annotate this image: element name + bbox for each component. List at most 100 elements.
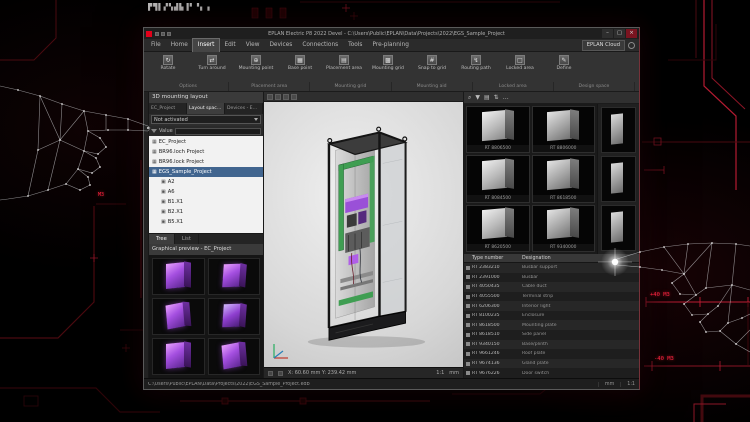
part-thumbnail[interactable]: RT 8618500: [532, 155, 596, 202]
parts-grid: RT 8806500 RT 8806000 RT 8084500: [464, 104, 597, 254]
right-panel: ⌕ ▼ ▤ ⇅ … RT 8806500 RT 8806000: [463, 92, 639, 378]
part-thumbnail[interactable]: RT 8084500: [466, 155, 530, 202]
enclosure-small-c[interactable]: [601, 205, 636, 251]
filter-dropdown[interactable]: Not activated: [151, 115, 261, 124]
title-bar[interactable]: EPLAN Electric P8 2022 Devel - C:\Users\…: [144, 28, 639, 39]
tree-item[interactable]: ▦ EGS_Sample_Project: [149, 167, 263, 177]
value-input[interactable]: [175, 128, 261, 135]
ribbon-button[interactable]: ▦ Base point: [280, 55, 320, 71]
quick-access-toolbar[interactable]: [155, 32, 171, 36]
table-row[interactable]: RT 9340150 Base/plinth: [464, 340, 639, 350]
ribbon-button[interactable]: ↯ Routing path: [456, 55, 496, 71]
cell-type-number: RT 8618510: [472, 332, 522, 337]
part-icon: [466, 362, 470, 366]
enclosure-iso[interactable]: [152, 258, 205, 295]
Mounting grid: Mounting grid: [310, 82, 391, 91]
part-thumbnail[interactable]: RT 8806000: [532, 106, 596, 153]
part-thumbnail[interactable]: RT 8620500: [466, 205, 530, 252]
tree-item[interactable]: ▣ B5.X1: [149, 217, 263, 227]
enclosure-open[interactable]: [152, 298, 205, 335]
ribbon-button[interactable]: □ Locked area: [500, 55, 540, 71]
tree-item[interactable]: ▣ A2: [149, 177, 263, 187]
table-row[interactable]: RT 6206300 Interior light: [464, 301, 639, 311]
ribbon-tab[interactable]: Edit: [219, 39, 240, 52]
table-row[interactable]: RT 9674136 Gland plate: [464, 359, 639, 369]
part-icon: [466, 371, 470, 375]
ribbon-tab[interactable]: Tools: [343, 39, 367, 52]
tree-item[interactable]: ▦ BR96.loch Project: [149, 147, 263, 157]
part-icon: [466, 304, 470, 308]
ribbon-button-icon: #: [427, 55, 437, 65]
enclosure-door[interactable]: [152, 338, 205, 375]
tree-item[interactable]: ▣ B2.X1: [149, 207, 263, 217]
ribbon-button[interactable]: ⇄ Turn around: [192, 55, 232, 71]
sort-icon[interactable]: ⇅: [494, 92, 499, 104]
ribbon-button[interactable]: # Snap to grid: [412, 55, 452, 71]
filter-icon[interactable]: ▼: [475, 92, 480, 104]
col-type-number[interactable]: Type number: [464, 256, 520, 261]
ribbon-tab[interactable]: Home: [166, 39, 193, 52]
ribbon-button-icon: ↻: [163, 55, 173, 65]
mounting-plate[interactable]: [208, 298, 261, 335]
panel-tab[interactable]: Layout space: EGS…: [187, 103, 225, 114]
tree-item[interactable]: ▣ B1.X1: [149, 197, 263, 207]
table-row[interactable]: RT 2383210 Busbar support: [464, 263, 639, 273]
table-row[interactable]: RT 8618510 Side panel: [464, 330, 639, 340]
table-row[interactable]: RT 8618500 Mounting plate: [464, 320, 639, 330]
ribbon-tab[interactable]: View: [241, 39, 265, 52]
enclosure-frame[interactable]: [208, 338, 261, 375]
layout-icon[interactable]: ▤: [484, 92, 490, 104]
panel-tab[interactable]: EC_Project: [149, 103, 187, 114]
tree-item[interactable]: ▣ A6: [149, 187, 263, 197]
table-row[interactable]: RT 9661246 Roof plate: [464, 349, 639, 359]
view-tab[interactable]: List: [175, 234, 199, 244]
ribbon-button[interactable]: ✎ Define: [544, 55, 584, 71]
table-row[interactable]: RT 4055500 Terminal strip: [464, 292, 639, 302]
snap-icon[interactable]: [268, 371, 273, 376]
tree-item-label: EGS_Sample_Project: [159, 169, 212, 175]
part-thumbnail[interactable]: RT 8806500: [466, 106, 530, 153]
ribbon-tab[interactable]: File: [146, 39, 166, 52]
eplan-cloud-button[interactable]: EPLAN Cloud: [582, 40, 625, 51]
tree-item[interactable]: ▦ BR96.lock Project: [149, 157, 263, 167]
tree-item[interactable]: ▦ EC_Project: [149, 137, 263, 147]
ribbon-button[interactable]: ⊕ Mounting point: [236, 55, 276, 71]
Mounting aid: Mounting aid: [392, 82, 473, 91]
ribbon-button[interactable]: ▤ Placement area: [324, 55, 364, 71]
part-thumbnail[interactable]: RT 9340000: [532, 205, 596, 252]
ribbon-button-icon: ▦: [295, 55, 305, 65]
part-image: [533, 107, 595, 145]
grid-icon[interactable]: [278, 371, 283, 376]
enclosure-small-b[interactable]: [601, 156, 636, 202]
ribbon-button[interactable]: ↻ Rotate: [148, 55, 188, 71]
col-designation[interactable]: Designation: [520, 256, 639, 261]
tree-item-icon: ▣: [161, 179, 166, 185]
table-row[interactable]: RT 9676226 Door switch: [464, 368, 639, 378]
search-icon[interactable]: ⌕: [468, 92, 471, 104]
cell-type-number: RT 9661246: [472, 351, 522, 356]
close-button[interactable]: ×: [626, 29, 637, 38]
cell-designation: Cable duct: [522, 284, 639, 289]
enclosure-small-a[interactable]: [601, 107, 636, 153]
ribbon-button[interactable]: ▩ Mounting grid: [368, 55, 408, 71]
ribbon-tab[interactable]: Insert: [193, 39, 220, 52]
more-icon[interactable]: …: [503, 92, 509, 104]
table-row[interactable]: RT 8100235 Enclosure: [464, 311, 639, 321]
graphical-preview: [149, 255, 263, 378]
ribbon-tab[interactable]: Connections: [297, 39, 343, 52]
table-row[interactable]: RT 2391000 Busbar: [464, 273, 639, 283]
3d-canvas[interactable]: [264, 102, 463, 367]
ribbon-tab[interactable]: Pre-planning: [367, 39, 413, 52]
ribbon-tab[interactable]: Devices: [264, 39, 297, 52]
maximize-button[interactable]: ▢: [614, 29, 625, 38]
view-tab[interactable]: Tree: [149, 234, 175, 244]
help-icon[interactable]: [628, 42, 635, 49]
panel-tab[interactable]: Devices - EC P…: [225, 103, 263, 114]
viewport-toolbar[interactable]: [264, 92, 463, 102]
table-row[interactable]: RT 4050435 Cable duct: [464, 282, 639, 292]
enclosure-front[interactable]: [208, 258, 261, 295]
minimize-button[interactable]: –: [602, 29, 613, 38]
enclosure-thumb-icon: [153, 298, 204, 335]
tree-item-icon: ▣: [161, 189, 166, 195]
cell-type-number: RT 2383210: [472, 265, 522, 270]
